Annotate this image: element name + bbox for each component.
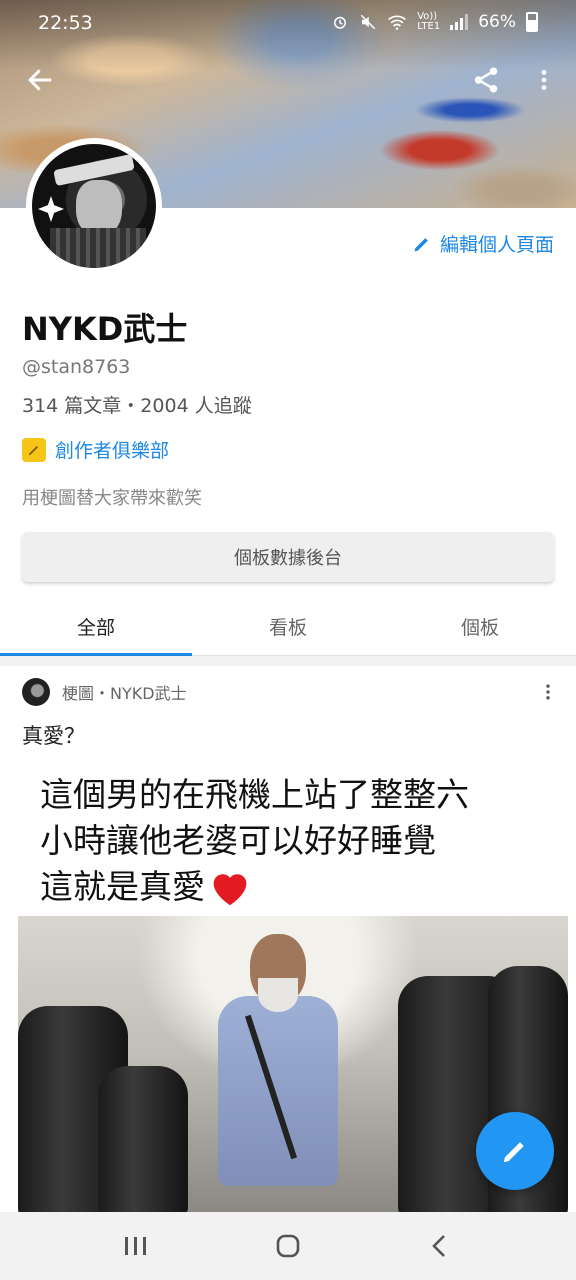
back-button[interactable] [18,58,62,102]
post-more-button[interactable] [534,678,562,706]
avatar-armor [50,228,146,268]
heart-icon [213,874,247,906]
volte-label: Vo)) LTE1 [417,11,441,32]
battery-icon [526,12,538,32]
share-icon [474,67,498,93]
more-vertical-icon [541,70,547,90]
meme-line-1: 這個男的在飛機上站了整整六 [40,775,469,814]
nav-home-button[interactable] [258,1216,318,1276]
alarm-icon [334,16,347,29]
status-bar: 22:53 Vo)) LTE1 66% [0,0,576,48]
section-divider [0,656,576,666]
arrow-left-icon [28,69,52,91]
post-header: 梗圖・NYKD武士 [22,678,562,706]
status-time: 22:53 [38,12,93,34]
home-icon [276,1234,300,1258]
profile-tabs: 全部 看板 個板 [0,598,576,656]
seat-left-2 [98,1066,188,1212]
man-body [218,996,338,1186]
signal-icon [450,14,469,30]
status-icons: Vo)) LTE1 66% [331,12,538,32]
more-options-button[interactable] [522,58,566,102]
club-label: 創作者俱樂部 [55,440,170,462]
more-vertical-icon [546,684,550,700]
profile-avatar[interactable] [26,138,162,274]
avatar-image [32,144,156,268]
post-author-avatar[interactable] [22,678,50,706]
share-button[interactable] [464,58,508,102]
tab-boards[interactable]: 看板 [192,598,384,655]
edit-profile-label: 編輯個人頁面 [439,234,554,256]
post-meta[interactable]: 梗圖・NYKD武士 [62,680,187,704]
pencil-icon [503,1142,524,1163]
battery-text: 66% [478,12,516,32]
compose-fab[interactable] [476,1112,554,1190]
profile-handle: @stan8763 [22,356,131,378]
recent-apps-icon [125,1237,146,1255]
avatar-burst [38,196,64,222]
nav-recent-button[interactable] [106,1216,166,1276]
club-badge-icon [22,437,46,462]
profile-bio: 用梗圖替大家帶來歡笑 [22,488,202,509]
edit-profile-button[interactable]: 編輯個人頁面 [412,230,554,257]
pencil-icon [414,237,428,251]
chevron-left-icon [432,1235,445,1257]
tab-all[interactable]: 全部 [0,598,192,656]
mute-icon [360,14,376,30]
tab-personal-board[interactable]: 個板 [384,598,576,655]
nav-back-button[interactable] [410,1216,470,1276]
man-beard [258,978,298,1012]
wifi-icon [388,15,407,30]
meme-caption: 這個男的在飛機上站了整整六 小時讓他老婆可以好好睡覺 這就是真愛 [40,772,469,910]
profile-name: NYKD武士 [22,310,188,348]
system-nav-bar [0,1212,576,1280]
dashboard-button[interactable]: 個板數據後台 [22,532,554,582]
creator-club-link[interactable]: 創作者俱樂部 [22,436,169,463]
post-title[interactable]: 真愛？ [22,720,85,750]
profile-stats: 314 篇文章・2004 人追蹤 [22,395,252,417]
meme-line-3: 這就是真愛 [40,864,469,910]
meme-line-2: 小時讓他老婆可以好好睡覺 [40,821,436,860]
